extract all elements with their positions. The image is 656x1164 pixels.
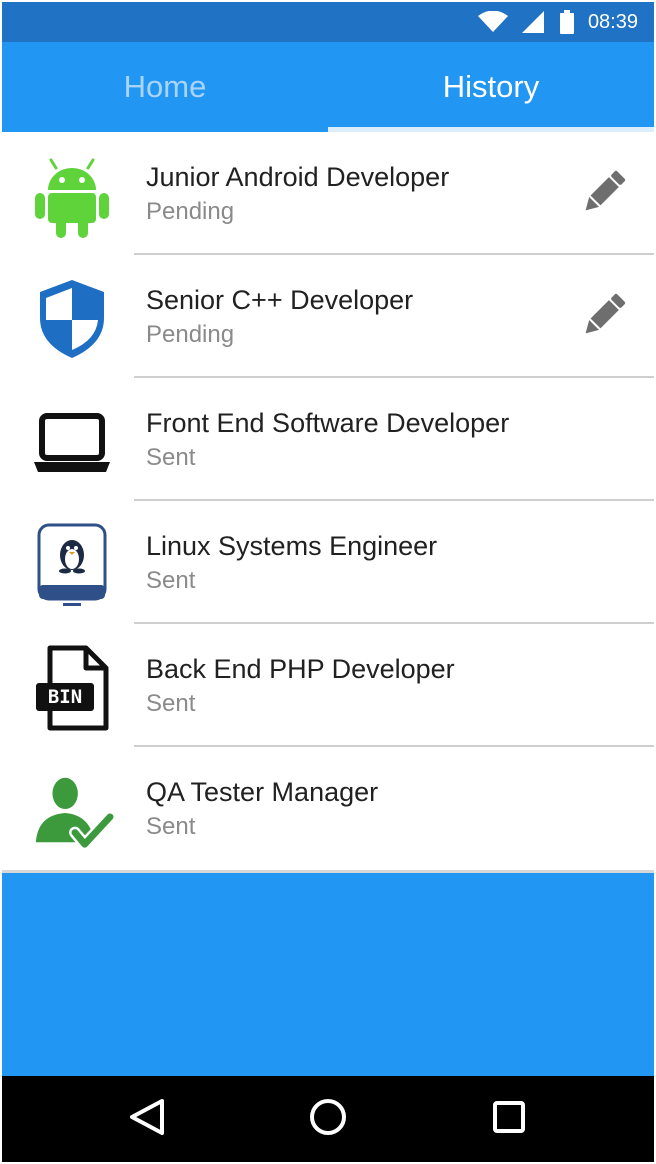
laptop-icon (30, 400, 114, 484)
history-list: Junior Android Developer Pending Senior … (2, 132, 654, 870)
job-title: Senior C++ Developer (146, 285, 414, 315)
recents-icon (492, 1100, 526, 1139)
tab-home[interactable]: Home (2, 42, 328, 132)
recents-button[interactable] (484, 1096, 534, 1142)
svg-text:BIN: BIN (48, 686, 82, 708)
status-bar: 08:39 (2, 2, 654, 42)
back-icon (129, 1098, 165, 1141)
linux-tux-icon (30, 523, 114, 607)
android-icon (30, 154, 114, 238)
status-time: 08:39 (587, 10, 638, 33)
application-status: Sent (146, 690, 196, 717)
empty-content-area (2, 870, 654, 1076)
app-screen: 08:39 Home History Junior Android Develo… (2, 2, 654, 1162)
list-item[interactable]: Linux Systems Engineer Sent (2, 501, 654, 624)
battery-icon (559, 10, 574, 34)
edit-button[interactable] (576, 289, 632, 345)
application-status: Pending (146, 198, 235, 225)
job-title: QA Tester Manager (146, 777, 379, 807)
wifi-icon (477, 11, 508, 33)
tab-history[interactable]: History (328, 42, 654, 132)
user-check-icon (30, 769, 114, 853)
list-item[interactable]: Front End Software Developer Sent (2, 378, 654, 501)
system-nav-bar (2, 1076, 654, 1162)
job-title: Linux Systems Engineer (146, 531, 438, 561)
edit-button[interactable] (576, 166, 632, 222)
back-button[interactable] (122, 1096, 172, 1142)
list-item[interactable]: QA Tester Manager Sent (2, 747, 654, 870)
pencil-icon (578, 166, 630, 223)
tab-bar: Home History (2, 42, 654, 132)
application-status: Pending (146, 321, 235, 348)
list-item[interactable]: Senior C++ Developer Pending (2, 255, 654, 378)
home-button[interactable] (303, 1096, 353, 1142)
application-status: Sent (146, 813, 196, 840)
home-icon (308, 1097, 348, 1142)
list-item[interactable]: Junior Android Developer Pending (2, 132, 654, 255)
pencil-icon (578, 289, 630, 346)
shield-icon (30, 277, 114, 361)
job-title: Front End Software Developer (146, 408, 510, 438)
job-title: Back End PHP Developer (146, 654, 455, 684)
status-icons: 08:39 (477, 2, 638, 42)
bin-file-icon: BIN (30, 645, 114, 731)
application-status: Sent (146, 444, 196, 471)
job-title: Junior Android Developer (146, 162, 450, 192)
signal-icon (521, 11, 544, 33)
application-status: Sent (146, 567, 196, 594)
list-item[interactable]: BIN Back End PHP Developer Sent (2, 624, 654, 747)
